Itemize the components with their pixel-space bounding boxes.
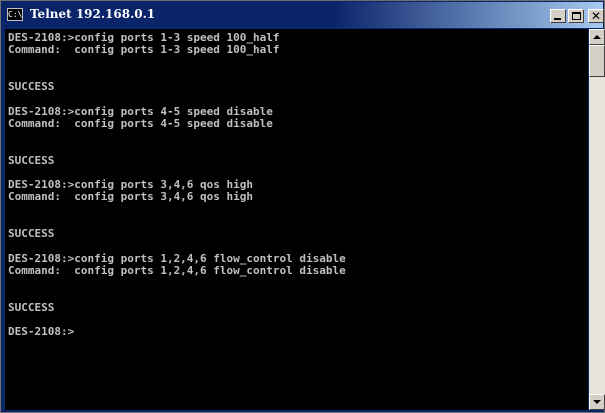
scroll-up-arrow-icon [593, 35, 601, 39]
minimize-button[interactable] [550, 9, 566, 23]
console-line: DES-2108:>config ports 4-5 speed disable [8, 104, 273, 118]
close-button[interactable]: ✕ [588, 9, 604, 23]
scroll-down-arrow-icon [593, 400, 601, 404]
window-title: Telnet 192.168.0.1 [30, 7, 156, 21]
scrollbar-thumb[interactable] [589, 45, 605, 77]
console-line: SUCCESS [8, 300, 55, 314]
title-bar[interactable]: C:\ Telnet 192.168.0.1 ✕ [2, 2, 604, 28]
close-icon: ✕ [590, 9, 602, 23]
console-line: Command: config ports 1-3 speed 100_half [8, 43, 280, 57]
scroll-up-button[interactable] [589, 29, 605, 45]
console-line: SUCCESS [8, 227, 55, 240]
vertical-scrollbar[interactable] [589, 29, 605, 410]
console-icon[interactable]: C:\ [7, 8, 23, 21]
console-text[interactable]: DES-2108:>config ports 1-3 speed 100_hal… [5, 29, 588, 338]
console-line: Command: config ports 4-5 speed disable [8, 116, 273, 130]
maximize-icon [572, 12, 581, 20]
console-line: Command: config ports 1,2,4,6 flow_contr… [8, 263, 346, 277]
telnet-window: C:\ Telnet 192.168.0.1 ✕ DES-2108:>confi… [0, 0, 605, 413]
console-output[interactable]: DES-2108:>config ports 1-3 speed 100_hal… [5, 29, 588, 410]
scroll-down-button[interactable] [589, 394, 605, 410]
minimize-icon [554, 18, 561, 20]
console-line: DES-2108:>config ports 1-3 speed 100_hal… [8, 31, 280, 44]
console-line: SUCCESS [8, 153, 55, 167]
console-line: DES-2108:>config ports 3,4,6 qos high [8, 178, 254, 191]
console-line: SUCCESS [8, 80, 55, 93]
console-line: Command: config ports 3,4,6 qos high [8, 190, 254, 204]
console-line: DES-2108:> [8, 325, 75, 338]
maximize-button[interactable] [568, 9, 584, 23]
console-line: DES-2108:>config ports 1,2,4,6 flow_cont… [8, 251, 346, 265]
